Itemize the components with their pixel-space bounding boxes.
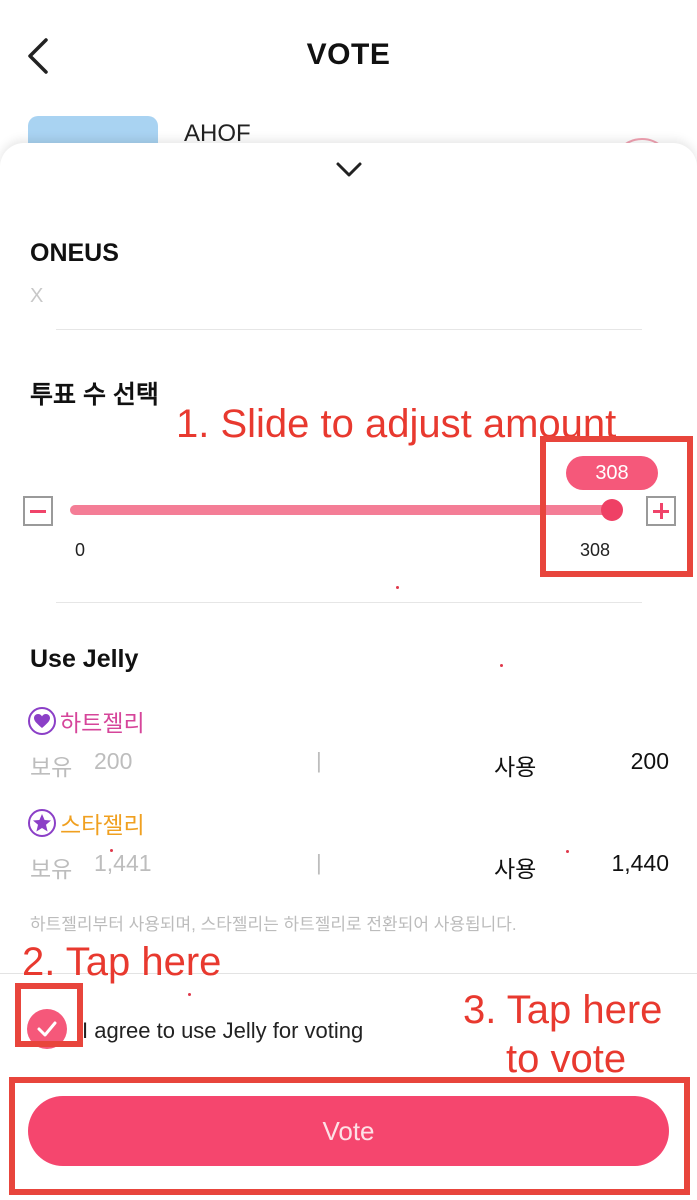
star-jelly-label: 스타젤리 xyxy=(28,806,145,840)
heart-jelly-icon xyxy=(28,707,56,735)
annotation-step3-line2: to vote xyxy=(506,1037,627,1081)
vote-count-title: 투표 수 선택 xyxy=(30,381,159,409)
heart-held-value: 200 xyxy=(94,748,133,774)
annotation-step2: 2. Tap here xyxy=(22,940,222,984)
decrease-button[interactable] xyxy=(23,496,53,526)
annotation-box-vote-button xyxy=(9,1077,690,1195)
annotation-speck xyxy=(500,664,503,667)
agree-label: I agree to use Jelly for voting xyxy=(82,1018,364,1043)
group-name: ONEUS xyxy=(30,239,119,267)
heart-jelly-name: 하트젤리 xyxy=(60,710,145,736)
use-jelly-title: Use Jelly xyxy=(30,645,139,673)
annotation-box-checkbox xyxy=(15,983,83,1047)
slider-min-label: 0 xyxy=(75,540,86,560)
annotation-step3-line1: 3. Tap here xyxy=(463,988,663,1032)
star-use-label: 사용 xyxy=(494,856,537,882)
annotation-speck xyxy=(566,850,569,853)
star-held-label: 보유 xyxy=(30,856,73,882)
annotation-speck xyxy=(110,849,113,852)
vote-slider-track[interactable] xyxy=(70,505,618,515)
separator: | xyxy=(316,850,322,875)
heart-use-label: 사용 xyxy=(494,754,537,780)
chevron-down-icon xyxy=(336,162,362,177)
annotation-speck xyxy=(188,993,191,996)
star-held-value: 1,441 xyxy=(94,850,152,876)
star-jelly-icon xyxy=(28,809,56,837)
divider xyxy=(56,602,642,603)
minus-icon xyxy=(30,510,46,513)
divider xyxy=(56,329,642,330)
heart-jelly-label: 하트젤리 xyxy=(28,704,145,738)
page-title: VOTE xyxy=(306,38,391,71)
separator: | xyxy=(316,748,322,773)
heart-held-label: 보유 xyxy=(30,754,73,780)
jelly-usage-notice: 하트젤리부터 사용되며, 스타젤리는 하트젤리로 전환되어 사용됩니다. xyxy=(30,915,517,934)
star-jelly-name: 스타젤리 xyxy=(60,812,145,838)
annotation-box-slider xyxy=(540,436,693,577)
star-use-value: 1,440 xyxy=(611,850,669,876)
app-header: VOTE xyxy=(0,0,697,112)
group-subtitle: X xyxy=(30,285,44,307)
annotation-speck xyxy=(396,586,399,589)
collapse-sheet-button[interactable] xyxy=(333,159,365,181)
vote-slider-fill xyxy=(70,505,612,515)
heart-use-value: 200 xyxy=(630,748,669,774)
